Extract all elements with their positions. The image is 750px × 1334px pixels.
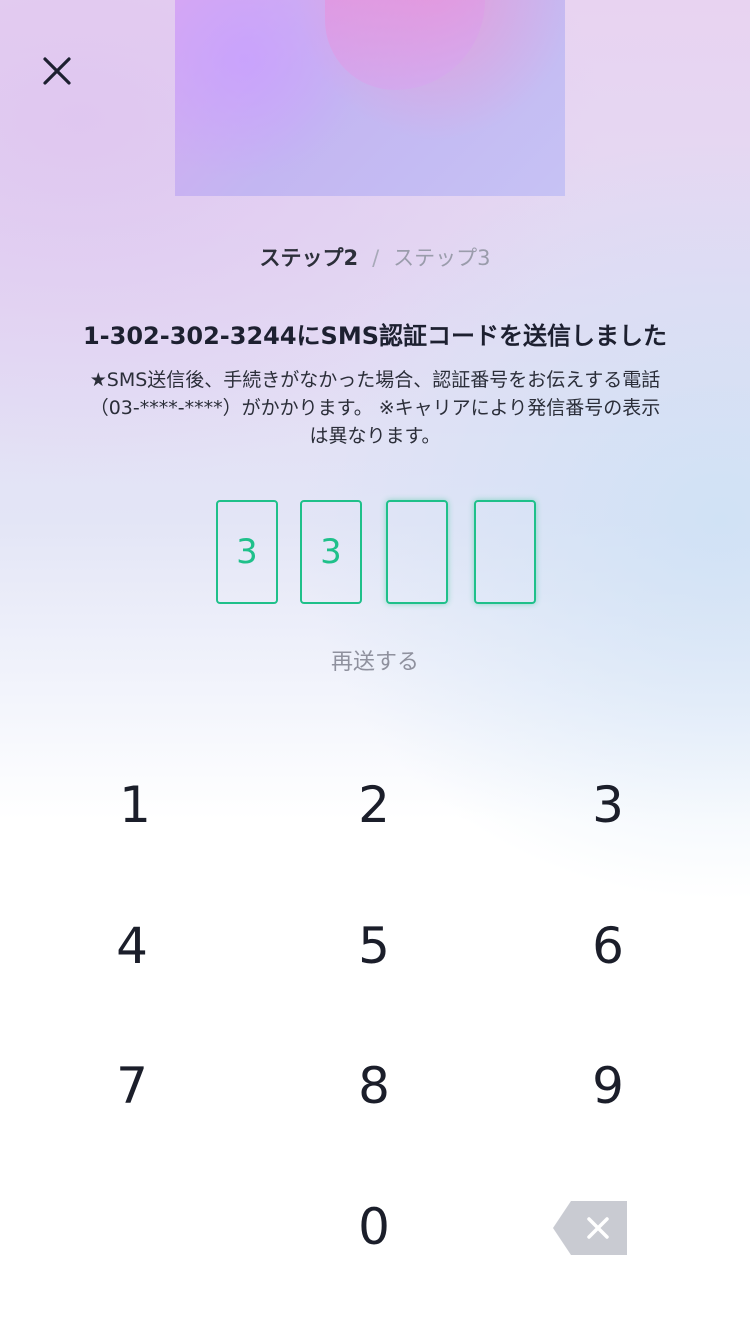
hero-image (175, 0, 565, 196)
backspace-icon (553, 1201, 627, 1255)
keypad-key-4[interactable]: 4 (37, 886, 227, 1006)
code-digit-box-2[interactable]: 3 (300, 500, 362, 604)
hero-figure (325, 0, 485, 90)
step-separator: / (372, 246, 380, 270)
sms-notice: ★SMS送信後、手続きがなかった場合、認証番号をお伝えする電話（03-****-… (89, 369, 661, 447)
close-button[interactable] (28, 42, 86, 100)
keypad-key-0[interactable]: 0 (279, 1167, 469, 1287)
backspace-button[interactable] (553, 1201, 627, 1255)
step-indicator: ステップ2 / ステップ3 (0, 243, 750, 273)
step-next: ステップ3 (393, 246, 491, 270)
keypad-key-9[interactable]: 9 (513, 1026, 703, 1146)
keypad-key-1[interactable]: 1 (40, 745, 230, 865)
step-current: ステップ2 (259, 246, 359, 270)
page-title: 1-302-302-3244にSMS認証コードを送信しました (82, 322, 668, 350)
close-icon (43, 57, 71, 85)
code-digit-box-3[interactable] (386, 500, 448, 604)
keypad-key-6[interactable]: 6 (513, 886, 703, 1006)
keypad-key-7[interactable]: 7 (37, 1026, 227, 1146)
code-digit-box-1[interactable]: 3 (216, 500, 278, 604)
keypad-key-5[interactable]: 5 (279, 886, 469, 1006)
keypad-key-3[interactable]: 3 (513, 745, 703, 865)
code-digit-box-4[interactable] (474, 500, 536, 604)
resend-link[interactable]: 再送する (331, 650, 419, 675)
keypad-key-2[interactable]: 2 (279, 745, 469, 865)
keypad-key-8[interactable]: 8 (279, 1026, 469, 1146)
resend-row: 再送する (0, 647, 750, 679)
